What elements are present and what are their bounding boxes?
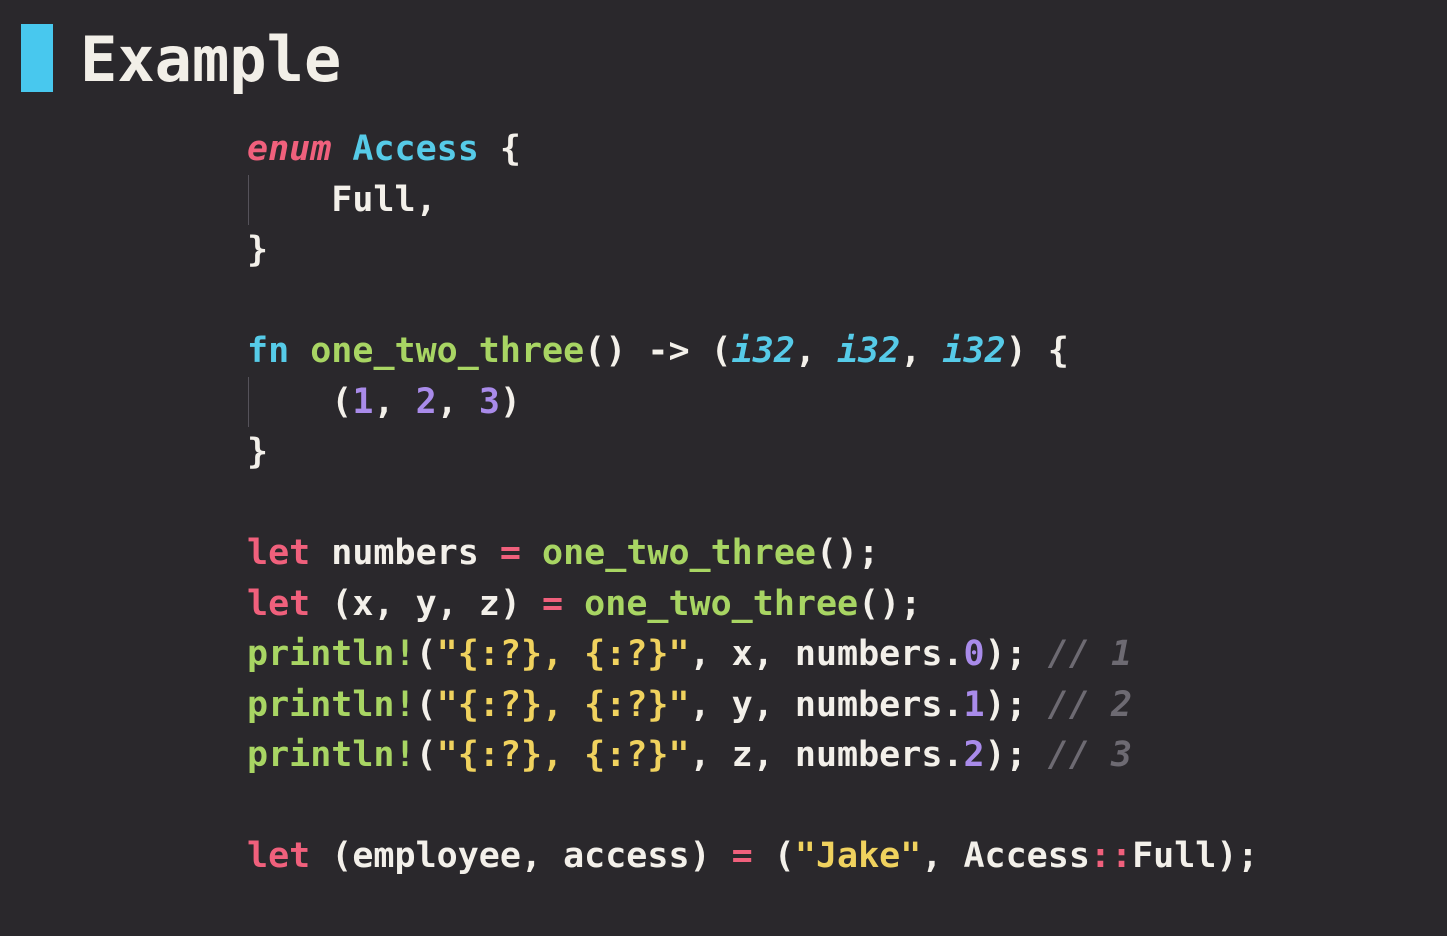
punct-token: ); (984, 735, 1048, 775)
function-token: one_two_three (310, 331, 585, 371)
keyword-token: let (247, 583, 311, 624)
operator-token: = (499, 533, 521, 573)
code-line: println!("{:?}, {:?}", z, numbers.2); //… (247, 730, 1259, 781)
type-token: i32 (837, 331, 901, 371)
indent-guide (248, 376, 249, 427)
path-separator-token: :: (1089, 836, 1133, 876)
punct-token: { (478, 129, 521, 169)
keyword-token: let (247, 533, 311, 573)
punct-token: ( (247, 381, 353, 422)
identifier-token: numbers (310, 533, 500, 573)
code-line: fn one_two_three() -> (i32, i32, i32) { (247, 326, 1259, 377)
comment-token: // 3 (1047, 735, 1133, 775)
code-line: enum Access { (247, 124, 1259, 175)
punct-token: (); (858, 583, 922, 624)
string-token: "{:?}, {:?}" (436, 634, 690, 674)
type-token: i32 (731, 331, 795, 371)
number-token: 3 (478, 381, 500, 422)
punct-token: ( (415, 735, 437, 775)
punct-token: } (247, 432, 269, 472)
string-token: "{:?}, {:?}" (436, 684, 690, 725)
code-line: } (247, 225, 1259, 276)
variant-token: Full, (247, 179, 437, 220)
punct-token: ); (984, 634, 1048, 674)
operator-token: = (542, 583, 564, 624)
number-token: 2 (963, 735, 985, 775)
type-token: i32 (942, 331, 1006, 371)
identifier-token: , x, numbers. (689, 634, 964, 674)
keyword-token: fn (247, 331, 290, 371)
function-token: one_two_three (542, 533, 816, 573)
indent-guide (248, 174, 249, 225)
punct-token: ) (499, 381, 521, 422)
keyword-token: enum (247, 129, 332, 169)
identifier-token: , y, numbers. (689, 684, 964, 725)
string-token: "{:?}, {:?}" (436, 735, 690, 775)
punct-token: , (436, 381, 479, 422)
punct-token: ( (415, 634, 437, 674)
code-line: println!("{:?}, {:?}", y, numbers.1); //… (247, 680, 1259, 731)
punct-token: } (247, 230, 269, 270)
code-block: enum Access { Full, } fn one_two_three()… (247, 124, 1259, 882)
punct-token: , (794, 331, 838, 371)
identifier-token: , Access (921, 836, 1090, 876)
identifier-token: (employee, access) (310, 836, 732, 876)
comment-token: // 2 (1047, 684, 1133, 725)
string-token: "Jake" (794, 836, 922, 876)
punct-token: , (373, 381, 416, 422)
macro-token: println! (247, 634, 416, 674)
function-token: one_two_three (584, 583, 859, 624)
macro-token: println! (247, 684, 416, 725)
type-token: Access (352, 129, 479, 169)
comment-token: // 1 (1047, 634, 1133, 674)
slide-title: Example (80, 23, 342, 96)
code-line: let numbers = one_two_three(); (247, 528, 1259, 579)
punct-token: () -> ( (584, 331, 732, 371)
code-line: } (247, 427, 1259, 478)
code-line: let (x, y, z) = one_two_three(); (247, 579, 1259, 630)
number-token: 0 (963, 634, 985, 674)
keyword-token: let (247, 836, 311, 876)
code-line: (1, 2, 3) (247, 376, 1259, 427)
identifier-token: (x, y, z) (310, 583, 543, 624)
identifier-token: Full); (1132, 836, 1259, 876)
number-token: 2 (415, 381, 437, 422)
punct-token: ) { (1005, 331, 1069, 371)
code-line: let (employee, access) = ("Jake", Access… (247, 831, 1259, 882)
slide: Example enum Access { Full, } fn one_two… (0, 0, 1447, 936)
identifier-token: , z, numbers. (689, 735, 964, 775)
code-line: Full, (247, 174, 1259, 225)
title-accent-bar (21, 24, 53, 92)
code-line: println!("{:?}, {:?}", x, numbers.0); //… (247, 629, 1259, 680)
number-token: 1 (963, 684, 985, 725)
macro-token: println! (247, 735, 416, 775)
operator-token: = (731, 836, 753, 876)
punct-token: ); (984, 684, 1048, 725)
number-token: 1 (352, 381, 374, 422)
punct-token: (); (815, 533, 880, 573)
punct-token: ( (415, 684, 437, 725)
punct-token: , (900, 331, 943, 371)
punct-token: ( (752, 836, 795, 876)
